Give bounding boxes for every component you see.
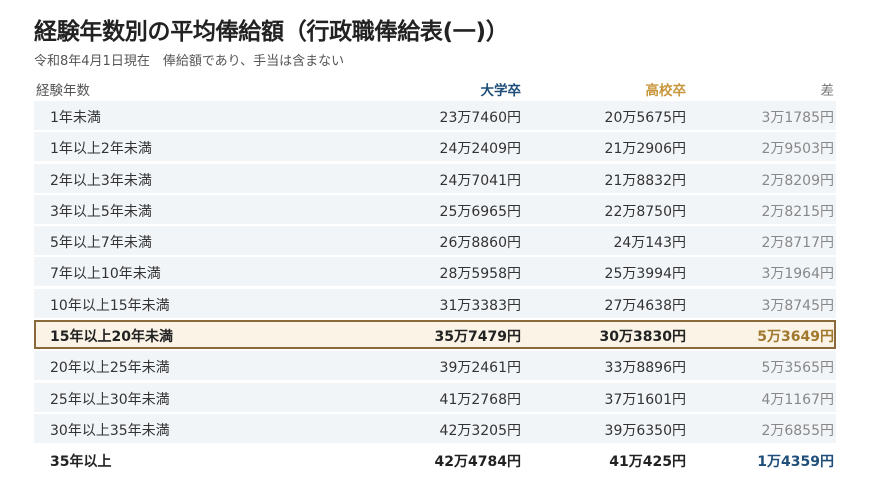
university-cell: 39万2461円 bbox=[439, 360, 521, 377]
table-row: 2年以上3年未満 24万7041円 21万8832円 2万8209円 bbox=[34, 163, 836, 193]
chart-subtitle: 令和8年4月1日現在 俸給額であり、手当は含まない bbox=[34, 54, 345, 69]
highschool-cell: 22万8750円 bbox=[604, 203, 686, 220]
university-cell: 28万5958円 bbox=[439, 266, 521, 283]
highschool-cell: 27万4638円 bbox=[604, 297, 686, 314]
diff-cell: 5万3565円 bbox=[761, 360, 834, 377]
table-row: 10年以上15年未満 31万3383円 27万4638円 3万8745円 bbox=[34, 288, 836, 318]
years-cell: 3年以上5年未満 bbox=[50, 203, 152, 220]
header-years: 経験年数 bbox=[36, 83, 90, 99]
chart-title: 経験年数別の平均俸給額（行政職俸給表(一)） bbox=[34, 19, 509, 45]
highschool-cell: 21万2906円 bbox=[604, 141, 686, 158]
diff-cell: 2万8209円 bbox=[761, 172, 834, 189]
header-diff: 差 bbox=[820, 83, 835, 99]
university-cell: 24万7041円 bbox=[439, 172, 521, 189]
table-row: 30年以上35年未満 42万3205円 39万6350円 2万6855円 bbox=[34, 413, 836, 443]
university-cell: 25万6965円 bbox=[439, 203, 521, 220]
highschool-cell: 41万425円 bbox=[609, 454, 686, 471]
university-cell: 24万2409円 bbox=[439, 141, 521, 158]
header-university: 大学卒 bbox=[480, 83, 522, 99]
salary-table: 経験年数 大学卒 高校卒 差 1年未満 23万7460円 20万5675円 3万178… bbox=[34, 75, 836, 477]
highschool-cell: 33万8896円 bbox=[604, 360, 686, 377]
diff-cell: 4万1167円 bbox=[761, 391, 834, 408]
highschool-cell: 37万1601円 bbox=[604, 391, 686, 408]
table-row: 7年以上10年未満 28万5958円 25万3994円 3万1964円 bbox=[34, 257, 836, 287]
university-cell: 42万3205円 bbox=[439, 422, 521, 439]
table-row: 1年未満 23万7460円 20万5675円 3万1785円 bbox=[34, 101, 836, 130]
table-row: 5年以上7年未満 26万8860円 24万143円 2万8717円 bbox=[34, 226, 836, 256]
university-cell: 42万4784円 bbox=[434, 454, 521, 471]
years-cell: 20年以上25年未満 bbox=[50, 360, 170, 377]
header-highschool: 高校卒 bbox=[645, 83, 687, 99]
highschool-cell: 25万3994円 bbox=[604, 266, 686, 283]
years-cell: 10年以上15年未満 bbox=[50, 297, 170, 314]
years-cell: 1年未満 bbox=[50, 110, 101, 126]
diff-cell: 2万9503円 bbox=[761, 141, 834, 158]
years-cell: 35年以上 bbox=[50, 454, 112, 471]
diff-cell: 3万1964円 bbox=[761, 266, 834, 283]
table-body: 1年未満 23万7460円 20万5675円 3万1785円 1年以上2年未満 24万24… bbox=[34, 101, 836, 475]
years-cell: 5年以上7年未満 bbox=[50, 235, 152, 252]
university-cell: 31万3383円 bbox=[439, 297, 521, 314]
table-row: 1年以上2年未満 24万2409円 21万2906円 2万9503円 bbox=[34, 132, 836, 162]
diff-cell: 2万8215円 bbox=[761, 203, 834, 220]
highschool-cell: 39万6350円 bbox=[604, 422, 686, 439]
highschool-cell: 24万143円 bbox=[613, 235, 686, 252]
diff-cell: 2万8717円 bbox=[761, 235, 834, 252]
diff-cell: 3万1785円 bbox=[761, 110, 834, 126]
table-header: 経験年数 大学卒 高校卒 差 bbox=[34, 75, 836, 101]
years-cell: 1年以上2年未満 bbox=[50, 141, 152, 158]
years-cell: 2年以上3年未満 bbox=[50, 172, 152, 189]
diff-cell: 2万6855円 bbox=[761, 422, 834, 439]
years-cell: 30年以上35年未満 bbox=[50, 422, 170, 439]
years-cell: 25年以上30年未満 bbox=[50, 391, 170, 408]
years-cell: 7年以上10年未満 bbox=[50, 266, 161, 283]
university-cell: 35万7479円 bbox=[434, 329, 521, 346]
table-row: 25年以上30年未満 41万2768円 37万1601円 4万1167円 bbox=[34, 382, 836, 412]
highschool-cell: 30万3830円 bbox=[599, 329, 686, 346]
diff-cell: 1万4359円 bbox=[757, 454, 834, 471]
years-cell: 15年以上20年未満 bbox=[50, 329, 173, 346]
highschool-cell: 20万5675円 bbox=[604, 110, 686, 126]
university-cell: 23万7460円 bbox=[439, 110, 521, 126]
table-row: 20年以上25年未満 39万2461円 33万8896円 5万3565円 bbox=[34, 351, 836, 381]
table-row: 15年以上20年未満 35万7479円 30万3830円 5万3649円 bbox=[34, 320, 836, 350]
university-cell: 26万8860円 bbox=[439, 235, 521, 252]
diff-cell: 5万3649円 bbox=[757, 329, 834, 346]
table-row: 3年以上5年未満 25万6965円 22万8750円 2万8215円 bbox=[34, 194, 836, 224]
highschool-cell: 21万8832円 bbox=[604, 172, 686, 189]
table-row: 35年以上 42万4784円 41万425円 1万4359円 bbox=[34, 445, 836, 475]
diff-cell: 3万8745円 bbox=[761, 297, 834, 314]
university-cell: 41万2768円 bbox=[439, 391, 521, 408]
